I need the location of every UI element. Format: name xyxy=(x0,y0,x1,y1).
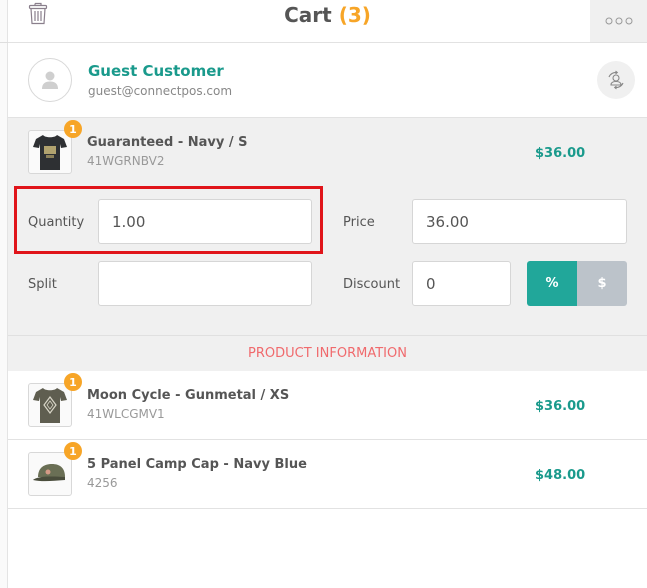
discount-input[interactable] xyxy=(412,261,511,306)
user-icon xyxy=(42,71,58,89)
switch-customer-icon xyxy=(608,70,624,90)
tshirt-icon xyxy=(33,388,67,423)
discount-percent-button[interactable]: % xyxy=(527,261,577,306)
product-information-link[interactable]: PRODUCT INFORMATION xyxy=(8,336,647,371)
avatar xyxy=(28,58,72,102)
customer-name: Guest Customer xyxy=(88,62,224,80)
cart-item-row[interactable]: 1 Moon Cycle - Gunmetal / XS 41WLCGMV1 $… xyxy=(8,371,647,440)
item-sku: 4256 xyxy=(87,476,118,490)
cart-panel: Cart (3) Guest Customer guest@connectpos… xyxy=(8,0,647,588)
cart-title-text: Cart xyxy=(284,3,332,27)
discount-type-toggle: % $ xyxy=(527,261,627,306)
item-name: Guaranteed - Navy / S xyxy=(87,135,248,150)
quantity-badge: 1 xyxy=(64,120,82,138)
discount-label: Discount xyxy=(343,277,401,292)
quantity-badge: 1 xyxy=(64,442,82,460)
product-thumbnail xyxy=(28,130,72,174)
cap-icon xyxy=(33,464,65,482)
page-title: Cart (3) xyxy=(8,3,647,27)
more-options-icon xyxy=(605,17,632,25)
product-thumbnail xyxy=(28,383,72,427)
split-input[interactable] xyxy=(98,261,312,306)
cart-item-row[interactable]: 1 5 Panel Camp Cap - Navy Blue 4256 $48.… xyxy=(8,440,647,509)
cart-count: (3) xyxy=(338,3,371,27)
cart-header: Cart (3) xyxy=(8,0,647,43)
quantity-badge: 1 xyxy=(64,373,82,391)
item-name: Moon Cycle - Gunmetal / XS xyxy=(87,388,290,403)
switch-customer-button[interactable] xyxy=(597,61,635,99)
customer-email: guest@connectpos.com xyxy=(88,84,233,98)
quantity-label: Quantity xyxy=(28,215,85,230)
cart-item-expanded: 1 Guaranteed - Navy / S 41WGRNBV2 $36.00… xyxy=(8,118,647,336)
cart-item-row[interactable]: 1 Guaranteed - Navy / S 41WGRNBV2 $36.00 xyxy=(8,118,647,186)
price-input[interactable] xyxy=(412,199,627,244)
item-price: $36.00 xyxy=(535,399,586,414)
customer-section[interactable]: Guest Customer guest@connectpos.com xyxy=(8,43,647,118)
item-price: $36.00 xyxy=(535,146,586,161)
price-label: Price xyxy=(343,215,375,230)
item-price: $48.00 xyxy=(535,468,586,483)
tshirt-icon xyxy=(33,135,67,170)
left-panel-edge xyxy=(0,0,8,588)
item-sku: 41WLCGMV1 xyxy=(87,407,165,421)
item-sku: 41WGRNBV2 xyxy=(87,154,165,168)
more-options-button[interactable] xyxy=(590,0,647,42)
product-thumbnail xyxy=(28,452,72,496)
quantity-input[interactable] xyxy=(98,199,312,244)
split-label: Split xyxy=(28,277,57,292)
discount-dollar-button[interactable]: $ xyxy=(577,261,627,306)
divider xyxy=(0,42,8,43)
item-name: 5 Panel Camp Cap - Navy Blue xyxy=(87,457,307,472)
